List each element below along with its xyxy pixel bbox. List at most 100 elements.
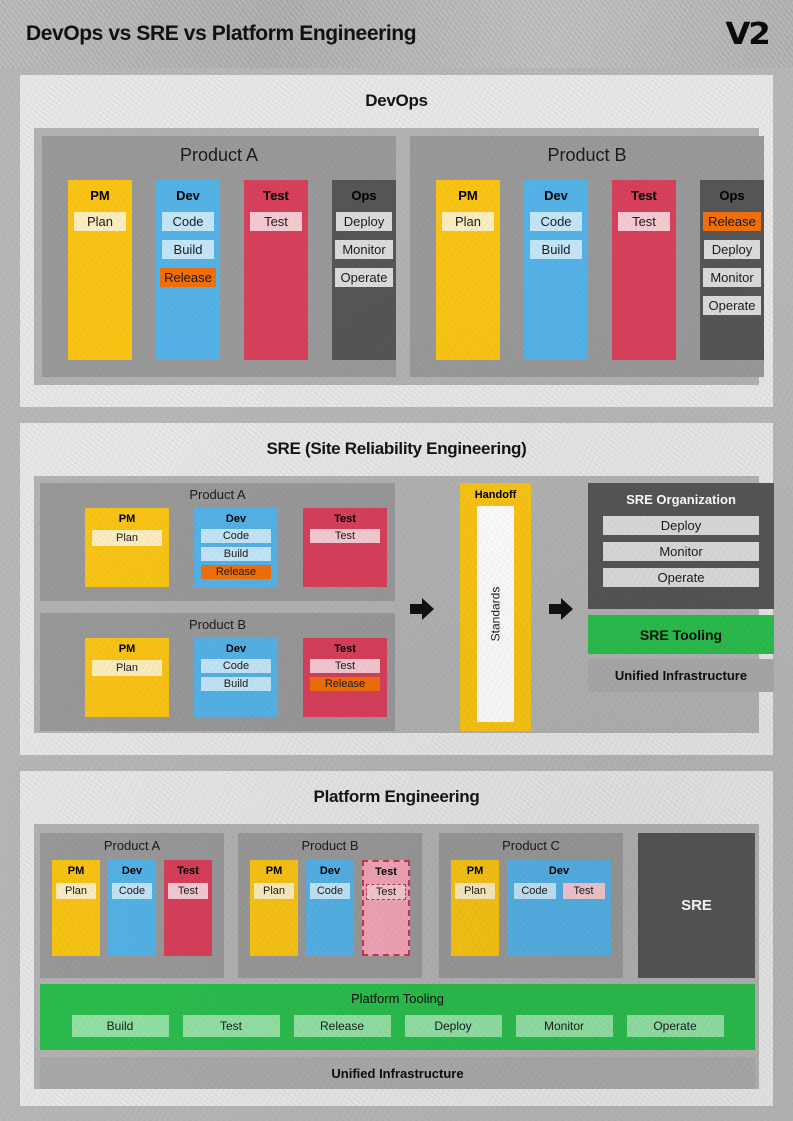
- chip-operate: Operate: [603, 568, 759, 587]
- sre-a-role-test: Test Test: [303, 508, 387, 587]
- role-title: PM: [67, 865, 85, 877]
- devops-a-role-test: Test Test: [244, 180, 308, 360]
- platform-b-role-test: Test Test: [362, 860, 410, 956]
- role-title: Ops: [719, 188, 745, 203]
- chip-code: Code: [310, 883, 350, 899]
- chip-build: Build: [162, 240, 214, 259]
- role-title: Dev: [548, 865, 570, 877]
- chip-test: Test: [250, 212, 302, 231]
- chip-test: Test: [310, 659, 380, 673]
- chip-operate: Operate: [703, 296, 761, 315]
- chip-build: Build: [201, 677, 271, 691]
- platform-product-b: Product B PM Plan Dev Code Test Test: [238, 833, 422, 978]
- role-title: Dev: [225, 643, 247, 655]
- page-title: DevOps vs SRE vs Platform Engineering: [26, 22, 417, 45]
- chip-release: Release: [293, 1015, 391, 1037]
- product-label: Product A: [179, 145, 259, 165]
- standards-label: Standards: [488, 586, 503, 642]
- role-title: PM: [458, 188, 478, 203]
- platform-c-role-dev: Dev Code Test: [507, 860, 611, 956]
- section-platform: Platform Engineering Product A PM Plan D…: [20, 771, 773, 1106]
- devops-b-role-pm: PM Plan: [436, 180, 500, 360]
- platform-c-role-pm: PM Plan: [451, 860, 499, 956]
- platform-sre-box: SRE: [638, 833, 755, 978]
- platform-infrastructure-label: Unified Infrastructure: [331, 1065, 464, 1081]
- section-title-devops: DevOps: [365, 91, 428, 110]
- role-title: Dev: [319, 865, 341, 877]
- chip-test: Test: [562, 883, 605, 899]
- role-title: PM: [265, 865, 283, 877]
- role-title: Test: [334, 643, 356, 655]
- chip-build: Build: [71, 1015, 169, 1037]
- chip-code: Code: [162, 212, 214, 231]
- chip-plan: Plan: [74, 212, 126, 231]
- devops-a-role-dev: Dev Code Build Release: [156, 180, 220, 360]
- chip-test: Test: [366, 884, 406, 900]
- chip-monitor: Monitor: [335, 240, 393, 259]
- product-label: Product B: [301, 838, 359, 853]
- role-title: Dev: [176, 188, 200, 203]
- devops-product-b: Product B PM Plan Dev Code Build Test Te…: [410, 136, 764, 377]
- platform-product-c: Product C PM Plan Dev Code Test: [439, 833, 623, 978]
- section-title-platform: Platform Engineering: [313, 787, 480, 806]
- chip-code: Code: [201, 659, 271, 673]
- platform-tooling-bar: Platform Tooling Build Test Release Depl…: [40, 984, 755, 1050]
- role-title: Test: [334, 513, 356, 525]
- chip-monitor: Monitor: [515, 1015, 613, 1037]
- handoff-column: Handoff Standards: [460, 483, 531, 731]
- chip-test: Test: [182, 1015, 280, 1037]
- devops-b-role-ops: Ops Release Deploy Monitor Operate: [700, 180, 764, 360]
- role-title: Test: [263, 188, 289, 203]
- sre-product-a: Product A PM Plan Dev Code Build Release…: [40, 483, 395, 601]
- chip-code: Code: [513, 883, 556, 899]
- sre-b-role-dev: Dev Code Build: [194, 638, 278, 717]
- sre-infrastructure-bar: Unified Infrastructure: [588, 659, 774, 692]
- chip-plan: Plan: [254, 883, 294, 899]
- sre-a-role-pm: PM Plan: [85, 508, 169, 587]
- chip-deploy: Deploy: [704, 240, 760, 259]
- devops-b-role-test: Test Test: [612, 180, 676, 360]
- section-devops: DevOps Product A PM Plan Dev Code Build …: [20, 75, 773, 407]
- devops-a-role-ops: Ops Deploy Monitor Operate: [332, 180, 396, 360]
- chip-plan: Plan: [56, 883, 96, 899]
- platform-a-role-test: Test Test: [164, 860, 212, 956]
- role-title: Dev: [544, 188, 568, 203]
- chip-plan: Plan: [92, 660, 162, 676]
- chip-monitor: Monitor: [703, 268, 761, 287]
- sre-infrastructure-label: Unified Infrastructure: [614, 668, 748, 683]
- platform-sre-label: SRE: [681, 897, 712, 914]
- role-title: Ops: [351, 188, 377, 203]
- platform-infrastructure-bar: Unified Infrastructure: [40, 1057, 755, 1089]
- devops-b-role-dev: Dev Code Build: [524, 180, 588, 360]
- role-title: Test: [177, 865, 199, 877]
- product-label: Product A: [103, 838, 161, 853]
- chip-deploy: Deploy: [336, 212, 392, 231]
- chip-test: Test: [618, 212, 670, 231]
- section-sre: SRE (Site Reliability Engineering) Produ…: [20, 423, 774, 755]
- chip-plan: Plan: [442, 212, 494, 231]
- platform-product-a: Product A PM Plan Dev Code Test Test: [40, 833, 224, 978]
- chip-release: Release: [310, 677, 380, 691]
- role-title: Dev: [225, 513, 247, 525]
- chip-monitor: Monitor: [603, 542, 759, 561]
- chip-code: Code: [530, 212, 582, 231]
- handoff-title: Handoff: [474, 489, 517, 501]
- chip-plan: Plan: [455, 883, 495, 899]
- sre-organization-title: SRE Organization: [626, 492, 736, 507]
- platform-a-role-pm: PM Plan: [52, 860, 100, 956]
- sre-a-role-dev: Dev Code Build Release: [194, 508, 278, 587]
- role-title: PM: [90, 188, 110, 203]
- role-title: PM: [118, 643, 136, 655]
- sre-tooling-label: SRE Tooling: [639, 626, 723, 643]
- product-label: Product A: [189, 487, 246, 502]
- product-label: Product B: [188, 617, 247, 632]
- chip-plan: Plan: [92, 530, 162, 546]
- platform-tooling-title: Platform Tooling: [351, 991, 444, 1006]
- role-title: PM: [466, 865, 484, 877]
- chip-operate: Operate: [626, 1015, 724, 1037]
- sre-b-role-pm: PM Plan: [85, 638, 169, 717]
- sre-b-role-test: Test Test Release: [303, 638, 387, 717]
- product-label: Product B: [547, 145, 627, 165]
- section-title-sre: SRE (Site Reliability Engineering): [266, 439, 527, 458]
- role-title: PM: [118, 513, 136, 525]
